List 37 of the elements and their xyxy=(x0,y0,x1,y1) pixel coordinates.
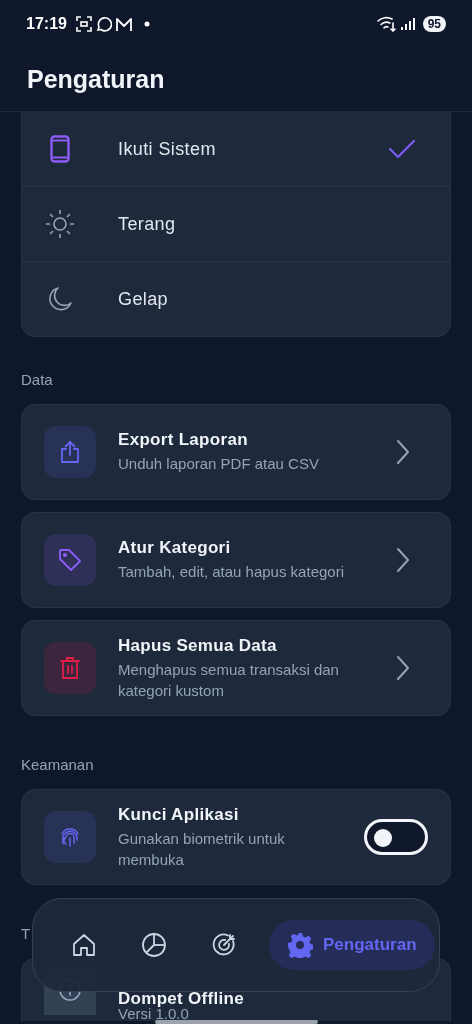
setting-description: Tambah, edit, atau hapus kategori xyxy=(118,562,345,582)
signal-icon xyxy=(399,17,416,31)
setting-title: Kunci Aplikasi xyxy=(118,804,240,825)
gear-icon xyxy=(287,932,313,958)
toggle-switch[interactable] xyxy=(364,819,428,855)
setting-card[interactable]: Kunci Aplikasi Gunakan biometrik untuk membuka xyxy=(21,789,451,885)
chevron-icon xyxy=(396,439,410,465)
setting-description: Unduh laporan PDF atau CSV xyxy=(118,454,320,474)
check-icon xyxy=(388,139,416,159)
wifi-icon xyxy=(376,16,397,32)
pie-chart-icon xyxy=(141,932,167,958)
home-icon xyxy=(71,932,97,958)
theme-option[interactable]: Gelap xyxy=(22,262,450,336)
screenshot-icon xyxy=(75,16,92,32)
setting-description: Versi 1.0.0 xyxy=(118,1006,190,1021)
mail-icon xyxy=(114,16,133,32)
chat-icon xyxy=(94,15,112,33)
section-label: Data xyxy=(21,371,53,388)
setting-description: Gunakan biometrik untuk membuka xyxy=(118,828,286,870)
setting-description: Menghapus semua transaksi dan kategori kustom xyxy=(118,659,340,701)
setting-title: Export Laporan xyxy=(118,430,249,450)
setting-title: Atur Kategori xyxy=(118,538,232,558)
theme-option[interactable]: Ikuti Sistem xyxy=(22,112,450,187)
clock: 17:19 xyxy=(26,15,67,33)
setting-card[interactable]: Hapus Semua Data Menghapus semua transaksi dan kategori kustom xyxy=(21,620,451,716)
battery-level: 95 xyxy=(422,16,446,32)
notification-dot-icon xyxy=(143,21,150,27)
theme-option[interactable]: Terang xyxy=(22,187,450,262)
setting-card[interactable]: Atur Kategori Tambah, edit, atau hapus kategori xyxy=(21,512,451,608)
chevron-icon xyxy=(396,547,410,573)
setting-title: Hapus Semua Data xyxy=(118,635,278,656)
section-label: Keamanan xyxy=(21,756,94,773)
page-title: Pengaturan xyxy=(27,65,165,94)
chevron-icon xyxy=(396,655,410,681)
section-label: T xyxy=(21,925,31,942)
target-icon xyxy=(211,932,237,958)
setting-card[interactable]: Export Laporan Unduh laporan PDF atau CSV xyxy=(21,404,451,500)
